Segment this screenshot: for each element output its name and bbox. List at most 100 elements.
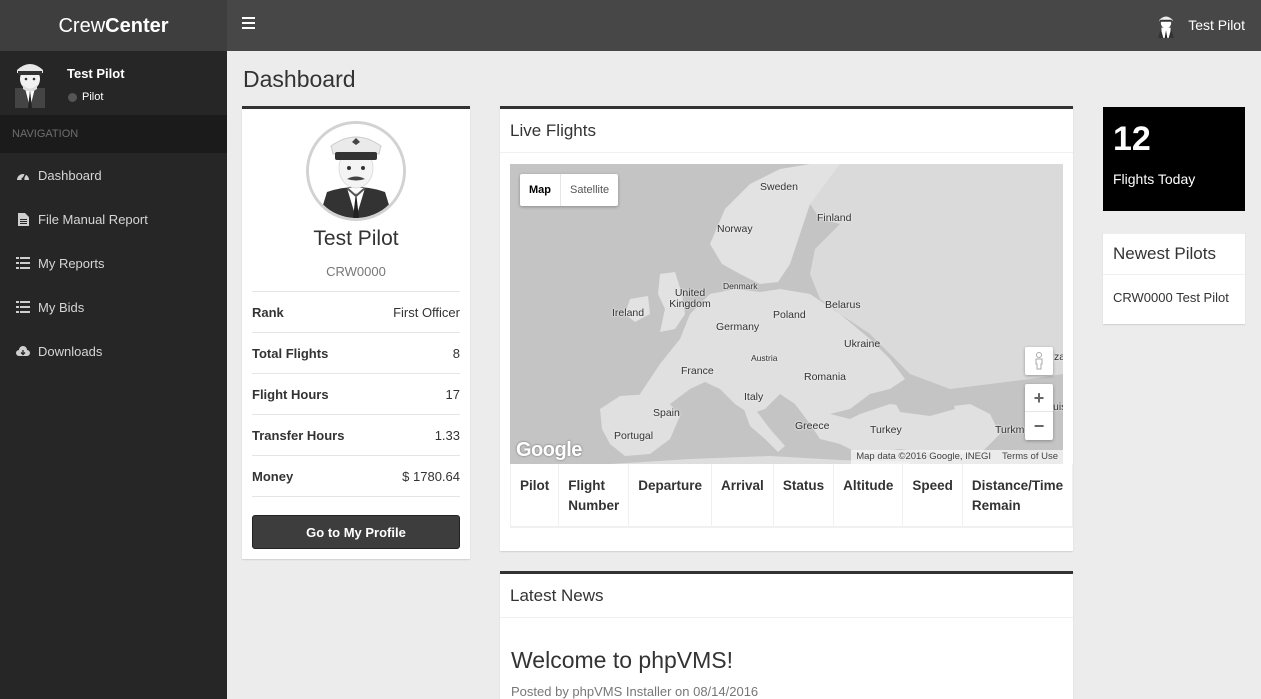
stat-label: Money [252, 468, 294, 484]
sidebar-item-dashboard[interactable]: Dashboard [0, 153, 227, 197]
sidebar-item-label: My Reports [38, 255, 105, 271]
stat-money: Money $ 1780.64 [252, 456, 460, 497]
map-label: Germany [716, 321, 760, 333]
stat-label: Total Flights [252, 345, 329, 361]
logo-text-bold: Center [105, 15, 169, 37]
map-label: France [681, 365, 714, 377]
map-data-credit: Map data ©2016 Google, INEGI [856, 451, 992, 462]
map-zoom-control: + − [1025, 384, 1053, 440]
flights-today-count: 12 [1113, 120, 1151, 158]
nav-header: NAVIGATION [0, 115, 227, 153]
zoom-in-button[interactable]: + [1025, 384, 1053, 412]
column-header-altitude[interactable]: Altitude [833, 464, 904, 528]
sidebar-user-panel: Test Pilot Pilot [0, 51, 227, 115]
stat-transfer-hours: Transfer Hours 1.33 [252, 415, 460, 456]
column-header-arrival[interactable]: Arrival [711, 464, 774, 528]
terms-of-use-link[interactable]: Terms of Use [1002, 451, 1058, 462]
sidebar: Test Pilot Pilot NAVIGATION Dashboard Fi… [0, 51, 227, 699]
sidebar-user-name: Test Pilot [67, 66, 125, 81]
flights-today-widget: 12 Flights Today [1103, 107, 1245, 211]
stat-label: Flight Hours [252, 386, 329, 402]
zoom-out-button[interactable]: − [1025, 412, 1053, 440]
status-dot-icon [68, 92, 77, 102]
top-navbar: Test Pilot [227, 0, 1261, 51]
user-menu[interactable]: Test Pilot [1153, 12, 1245, 38]
flights-today-label: Flights Today [1113, 171, 1196, 187]
map-label: Portugal [614, 430, 654, 442]
sidebar-item-my-bids[interactable]: My Bids [0, 285, 227, 329]
profile-avatar [306, 121, 406, 221]
news-headline: Welcome to phpVMS! [511, 647, 734, 673]
map-label: za [1054, 351, 1063, 363]
table-header-row: Pilot Flight Number Departure Arrival St… [509, 464, 1074, 528]
stat-value: First Officer [393, 304, 460, 320]
newest-pilots-title: Newest Pilots [1103, 234, 1245, 275]
column-header-status[interactable]: Status [773, 464, 835, 528]
profile-name: Test Pilot [313, 227, 399, 250]
stat-total-flights: Total Flights 8 [252, 333, 460, 374]
map-label: Ireland [612, 307, 645, 319]
list-icon [16, 301, 30, 313]
map-label: Greece [795, 420, 830, 432]
header-user-name: Test Pilot [1188, 17, 1245, 33]
latest-news-title: Latest News [500, 574, 1073, 618]
sidebar-item-label: My Bids [38, 299, 85, 315]
latest-news-panel: Latest News Welcome to phpVMS! Posted by… [500, 571, 1073, 699]
live-flights-table: Pilot Flight Number Departure Arrival St… [509, 464, 1074, 528]
hamburger-menu-icon[interactable] [242, 17, 255, 31]
map-label: Romania [804, 371, 847, 383]
stat-flight-hours: Flight Hours 17 [252, 374, 460, 415]
stat-value: 8 [452, 345, 460, 361]
app-logo[interactable]: CrewCenter [0, 0, 227, 51]
news-meta: Posted by phpVMS Installer on 08/14/2016 [511, 684, 759, 699]
cloud-download-icon [16, 345, 30, 357]
sidebar-item-downloads[interactable]: Downloads [0, 329, 227, 373]
map-label: Spain [653, 407, 680, 419]
column-header-distance-time[interactable]: Distance/Time Remain [962, 464, 1074, 528]
pilot-avatar-icon [15, 64, 45, 108]
stat-label: Transfer Hours [252, 427, 345, 443]
map-label: Finland [817, 212, 852, 224]
street-view-pegman-icon[interactable] [1025, 347, 1053, 375]
dashboard-icon [16, 169, 30, 181]
pilot-avatar-icon [309, 124, 403, 218]
sidebar-item-label: Downloads [38, 343, 103, 359]
map-type-satellite-button[interactable]: Satellite [560, 174, 618, 206]
map-attribution: Map data ©2016 Google, INEGI Terms of Use [851, 450, 1063, 464]
stat-rank: Rank First Officer [252, 292, 460, 333]
newest-pilots-panel: Newest Pilots CRW0000 Test Pilot [1103, 231, 1245, 324]
column-header-departure[interactable]: Departure [628, 464, 713, 528]
map-label: Ukraine [844, 338, 881, 350]
sidebar-item-file-manual-report[interactable]: File Manual Report [0, 197, 227, 241]
page-title: Dashboard [243, 66, 356, 92]
sidebar-role-label: Pilot [82, 91, 104, 103]
column-header-pilot[interactable]: Pilot [509, 464, 560, 528]
pilot-avatar-icon [1158, 16, 1174, 38]
map-type-control: Map Satellite [520, 174, 619, 206]
stat-label: Rank [252, 304, 284, 320]
profile-stats-list: Rank First Officer Total Flights 8 Flight … [252, 291, 460, 497]
profile-card: Test Pilot CRW0000 Rank First Officer Tot… [242, 106, 470, 559]
go-to-profile-button[interactable]: Go to My Profile [252, 515, 460, 549]
newest-pilot-item[interactable]: CRW0000 Test Pilot [1113, 290, 1229, 305]
map-label: Austria [751, 353, 778, 363]
column-header-speed[interactable]: Speed [902, 464, 963, 528]
logo-text-light: Crew [58, 15, 106, 37]
map-type-map-button[interactable]: Map [520, 174, 560, 206]
stat-value: $ 1780.64 [402, 468, 460, 484]
live-flights-map[interactable]: Map Satellite Sweden Finland Norway Denm… [510, 164, 1063, 464]
map-label: Denmark [723, 281, 758, 291]
sidebar-item-label: Dashboard [38, 167, 102, 183]
live-flights-panel: Live Flights Map Satellite Sweden Finlan… [500, 106, 1074, 551]
stat-value: 1.33 [434, 427, 460, 443]
map-label: United Kingdom [669, 287, 711, 310]
sidebar-item-my-reports[interactable]: My Reports [0, 241, 227, 285]
map-label: Italy [744, 391, 764, 403]
map-label: Poland [773, 309, 806, 321]
live-flights-title: Live Flights [500, 109, 1073, 153]
column-header-flight-number[interactable]: Flight Number [558, 464, 630, 528]
profile-pilot-id: CRW0000 [326, 264, 386, 279]
sidebar-user-role: Pilot [68, 91, 103, 103]
sidebar-item-label: File Manual Report [38, 211, 148, 227]
list-icon [16, 257, 30, 269]
